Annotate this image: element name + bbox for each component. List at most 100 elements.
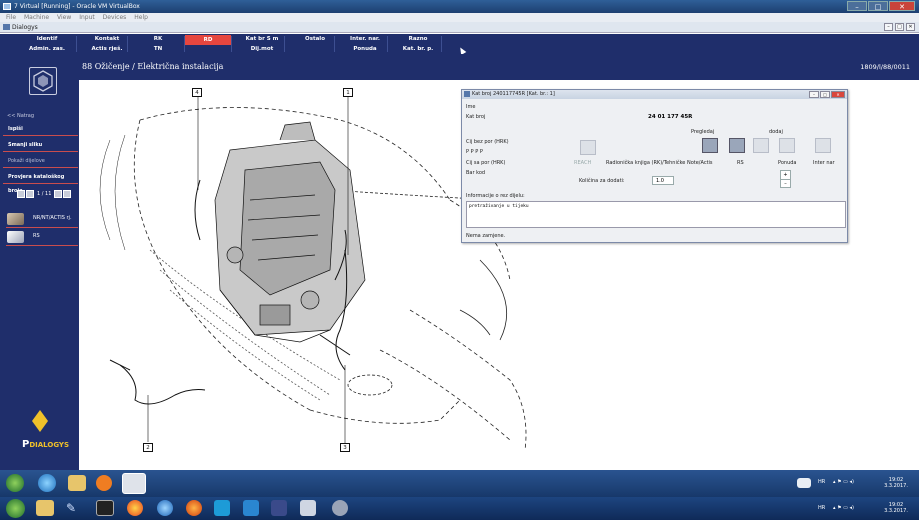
label-ime: Ime — [466, 104, 476, 110]
prev-page-button[interactable] — [26, 190, 34, 198]
label-dodaj: dodaj — [769, 129, 783, 135]
dialogys-restore-button[interactable]: □ — [895, 23, 904, 31]
tab-inter-nar[interactable]: Inter. nar. — [335, 34, 395, 44]
menu-file[interactable]: File — [6, 14, 16, 21]
tab-tn[interactable]: TN — [128, 44, 188, 54]
tab-ponuda[interactable]: Ponuda — [335, 44, 395, 54]
menu-devices[interactable]: Devices — [103, 14, 127, 21]
show-parts-button[interactable]: Pokaži dijelove — [3, 154, 78, 168]
tab-divider — [127, 36, 128, 52]
last-page-button[interactable] — [63, 190, 72, 198]
menu-machine[interactable]: Machine — [24, 14, 49, 21]
callout-3[interactable]: 3 — [340, 443, 350, 452]
media-player-icon[interactable] — [96, 475, 112, 491]
callout-4[interactable]: 4 — [192, 88, 202, 97]
check-catalogue-number-button[interactable]: Provjera kataloškog broja — [3, 170, 78, 194]
back-link[interactable]: << Natrag — [7, 113, 34, 119]
host-terminal-icon[interactable] — [96, 500, 114, 516]
tab-kat-br-s-m[interactable]: Kat br S m — [232, 34, 292, 44]
dialog-close-button[interactable]: ✕ — [831, 91, 845, 98]
callout-1[interactable]: 1 — [343, 88, 353, 97]
label-kolicina: Količina za dodati: — [579, 178, 625, 184]
dialog-minimize-button[interactable]: – — [809, 91, 819, 98]
host-taskbar: ✎ HR ▴ ⚑ ▭ ◂) 19:02 3.3.2017. — [0, 497, 919, 520]
dialogys-task-icon[interactable] — [122, 473, 146, 494]
minimize-button[interactable]: – — [847, 1, 867, 11]
page-navigator: 1 / 11 — [17, 190, 72, 198]
inter-nar-button[interactable] — [815, 138, 831, 153]
label-reach: REACH — [574, 160, 592, 166]
shrink-image-button[interactable]: Smanji sliku — [3, 138, 78, 152]
tab-dij-mot[interactable]: Dij.mot — [232, 44, 292, 54]
catalogue-button[interactable] — [753, 138, 769, 153]
host-tray-icons[interactable]: ▴ ⚑ ▭ ◂) — [833, 505, 854, 511]
label-rs: RS — [737, 160, 744, 166]
internet-explorer-icon[interactable] — [38, 474, 56, 492]
page-indicator: 1 / 11 — [37, 191, 52, 197]
guest-language-indicator[interactable]: HR — [818, 479, 825, 485]
quantity-stepper[interactable]: + – — [780, 170, 791, 188]
page-header: 88 Ožičenje / Električna instalacija 180… — [0, 54, 919, 80]
callout-2[interactable]: 2 — [143, 443, 153, 452]
label-ponuda: Ponuda — [778, 160, 797, 166]
tab-rd[interactable]: RD — [185, 35, 231, 45]
guest-taskbar: HR ▴ ⚑ ▭ ◂) 19:02 3.3.2017. — [0, 470, 919, 497]
tab-razno[interactable]: Razno — [388, 34, 448, 44]
menu-help[interactable]: Help — [134, 14, 148, 21]
dialogys-logo: PDIALOGYS — [22, 439, 69, 450]
first-page-button[interactable] — [17, 190, 25, 198]
dialogys-logo-text: DIALOGYS — [29, 441, 70, 449]
tab-rk[interactable]: RK — [128, 34, 188, 44]
virtualbox-menu-bar: File Machine View Input Devices Help — [0, 13, 919, 22]
next-page-button[interactable] — [54, 190, 63, 198]
tab-kat-br-p[interactable]: Kat. br. p. — [388, 44, 448, 54]
host-language-indicator[interactable]: HR — [818, 505, 825, 511]
host-start-orb-icon[interactable] — [6, 499, 25, 518]
host-file-explorer-icon[interactable] — [36, 500, 54, 516]
host-firefox-icon[interactable] — [186, 500, 202, 516]
host-ie-icon[interactable] — [157, 500, 173, 516]
part-info-textarea[interactable]: pretraživanje u tijeku — [466, 201, 846, 228]
close-button[interactable]: ✕ — [889, 1, 915, 11]
dialogys-close-button[interactable]: ✕ — [906, 23, 915, 31]
menu-view[interactable]: View — [57, 14, 71, 21]
label-cij-bez-por: Cij bez por (HRK) — [466, 139, 509, 145]
guest-tray-icons[interactable]: ▴ ⚑ ▭ ◂) — [833, 479, 854, 485]
stepper-down-button[interactable]: – — [781, 179, 790, 188]
host-clock[interactable]: 19:02 3.3.2017. — [878, 502, 914, 514]
stepper-up-button[interactable]: + — [781, 171, 790, 179]
home-hexagon-icon[interactable] — [29, 67, 57, 95]
host-skype-icon[interactable] — [214, 500, 230, 516]
dialogys-title: Dialogys — [12, 24, 38, 31]
tab-identif[interactable]: Identif — [17, 34, 77, 44]
host-app-icon[interactable] — [332, 500, 348, 516]
print-button[interactable]: Ispiši — [3, 122, 78, 136]
virtualbox-title-bar: 7 Virtual [Running] - Oracle VM VirtualB… — [0, 0, 919, 13]
rs-button[interactable] — [729, 138, 745, 153]
menu-input[interactable]: Input — [79, 14, 95, 21]
dialogys-minimize-button[interactable]: – — [884, 23, 893, 31]
doc-rs[interactable]: RS — [6, 228, 78, 246]
host-virtualbox-icon[interactable] — [271, 500, 287, 516]
host-date: 3.3.2017. — [884, 508, 908, 514]
doc-label: NR/NT/ACTIS rj. — [33, 215, 72, 221]
guest-clock[interactable]: 19:02 3.3.2017. — [878, 477, 914, 489]
start-orb-icon[interactable] — [6, 474, 24, 492]
keyboard-icon[interactable] — [797, 478, 811, 488]
tab-admin-zas[interactable]: Admin. zas. — [17, 44, 77, 54]
quantity-input[interactable]: 1.0 — [652, 176, 674, 185]
dialog-title: Kat broj 240117745R [Kat. br.: 1] — [472, 91, 555, 97]
ponuda-button[interactable] — [779, 138, 795, 153]
host-pen-icon[interactable]: ✎ — [66, 500, 82, 516]
host-chrome-icon[interactable] — [127, 500, 143, 516]
doc-nr-nt-actis[interactable]: NR/NT/ACTIS rj. — [6, 210, 78, 228]
restore-button[interactable]: □ — [868, 1, 888, 11]
label-pregledaj: Pregledaj — [691, 129, 715, 135]
host-box-icon[interactable] — [300, 500, 316, 516]
file-explorer-icon[interactable] — [68, 475, 86, 491]
reach-button[interactable] — [580, 140, 596, 155]
workshop-manual-button[interactable] — [702, 138, 718, 153]
dialog-restore-button[interactable]: □ — [820, 91, 830, 98]
host-media-icon[interactable] — [243, 500, 259, 516]
kat-broj-value: 24 01 177 45R — [648, 114, 693, 120]
